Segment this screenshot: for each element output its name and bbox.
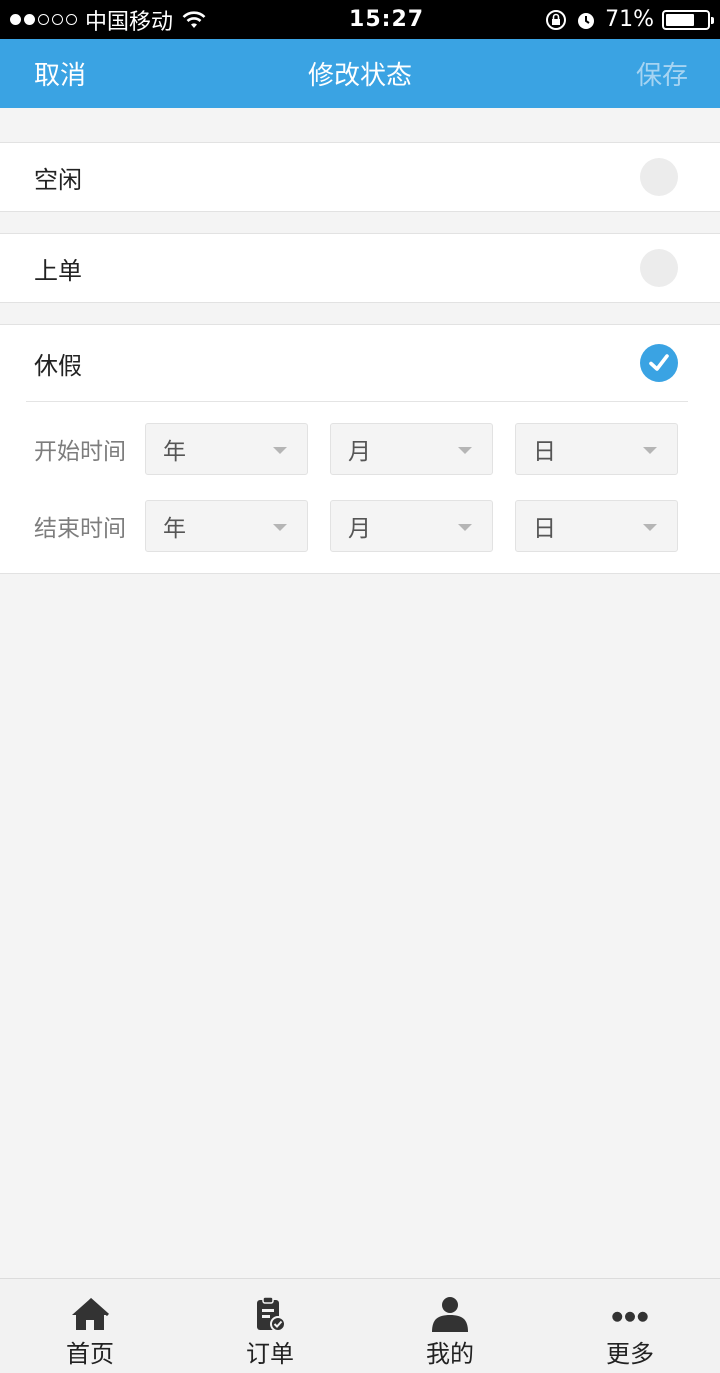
more-icon (610, 1295, 650, 1333)
tab-profile[interactable]: 我的 (360, 1279, 540, 1373)
divider (26, 401, 688, 402)
option-vacation: 休假 开始时间 年 月 日 结束时间 年 月 日 (0, 324, 720, 574)
tab-orders[interactable]: 订单 (180, 1279, 360, 1373)
radio-checked-icon[interactable] (640, 344, 678, 382)
tab-home[interactable]: 首页 (0, 1279, 180, 1373)
option-label: 休假 (34, 351, 82, 380)
caret-down-icon (458, 447, 472, 454)
tab-more[interactable]: 更多 (540, 1279, 720, 1373)
option-on-duty[interactable]: 上单 (0, 233, 720, 303)
battery-icon (662, 9, 714, 30)
status-right: 71% (545, 7, 714, 32)
option-vacation-header[interactable]: 休假 (0, 325, 720, 401)
home-icon (70, 1295, 110, 1333)
wifi-icon (182, 10, 206, 28)
status-bar: 中国移动 15:27 71% (0, 0, 720, 39)
nav-bar: 取消 修改状态 保存 (0, 39, 720, 108)
page: 中国移动 15:27 71% 取消 修改状态 保存 空闲 上单 休假 开始时间 … (0, 0, 720, 1373)
alarm-icon (578, 12, 595, 29)
start-year-select[interactable]: 年 (145, 423, 308, 475)
signal-strength-icon (10, 14, 77, 25)
save-button[interactable]: 保存 (636, 55, 688, 92)
caret-down-icon (643, 524, 657, 531)
status-left: 中国移动 (10, 4, 290, 36)
radio-unchecked-icon[interactable] (640, 158, 678, 196)
caret-down-icon (643, 447, 657, 454)
start-day-select[interactable]: 日 (515, 423, 678, 475)
carrier-name: 中国移动 (85, 9, 174, 35)
page-title: 修改状态 (307, 61, 412, 91)
profile-icon (430, 1295, 470, 1333)
end-day-select[interactable]: 日 (515, 500, 678, 552)
caret-down-icon (273, 447, 287, 454)
caret-down-icon (273, 524, 287, 531)
order-icon (250, 1295, 290, 1333)
rotation-lock-icon (546, 9, 567, 30)
tab-bar: 首页 订单 我的 更多 (0, 1278, 720, 1373)
caret-down-icon (458, 524, 472, 531)
option-label: 上单 (34, 256, 82, 285)
battery-percent: 71% (605, 7, 654, 32)
start-month-select[interactable]: 月 (330, 423, 493, 475)
start-time-label: 开始时间 (34, 439, 126, 465)
start-time-row: 开始时间 年 月 日 (0, 423, 720, 475)
checkmark-icon (649, 354, 669, 371)
status-time: 15:27 (349, 7, 425, 32)
end-year-select[interactable]: 年 (145, 500, 308, 552)
radio-unchecked-icon[interactable] (640, 249, 678, 287)
end-time-row: 结束时间 年 月 日 (0, 500, 720, 552)
end-time-label: 结束时间 (34, 516, 126, 542)
cancel-button[interactable]: 取消 (34, 55, 86, 92)
end-month-select[interactable]: 月 (330, 500, 493, 552)
option-label: 空闲 (34, 165, 82, 194)
option-idle[interactable]: 空闲 (0, 142, 720, 212)
